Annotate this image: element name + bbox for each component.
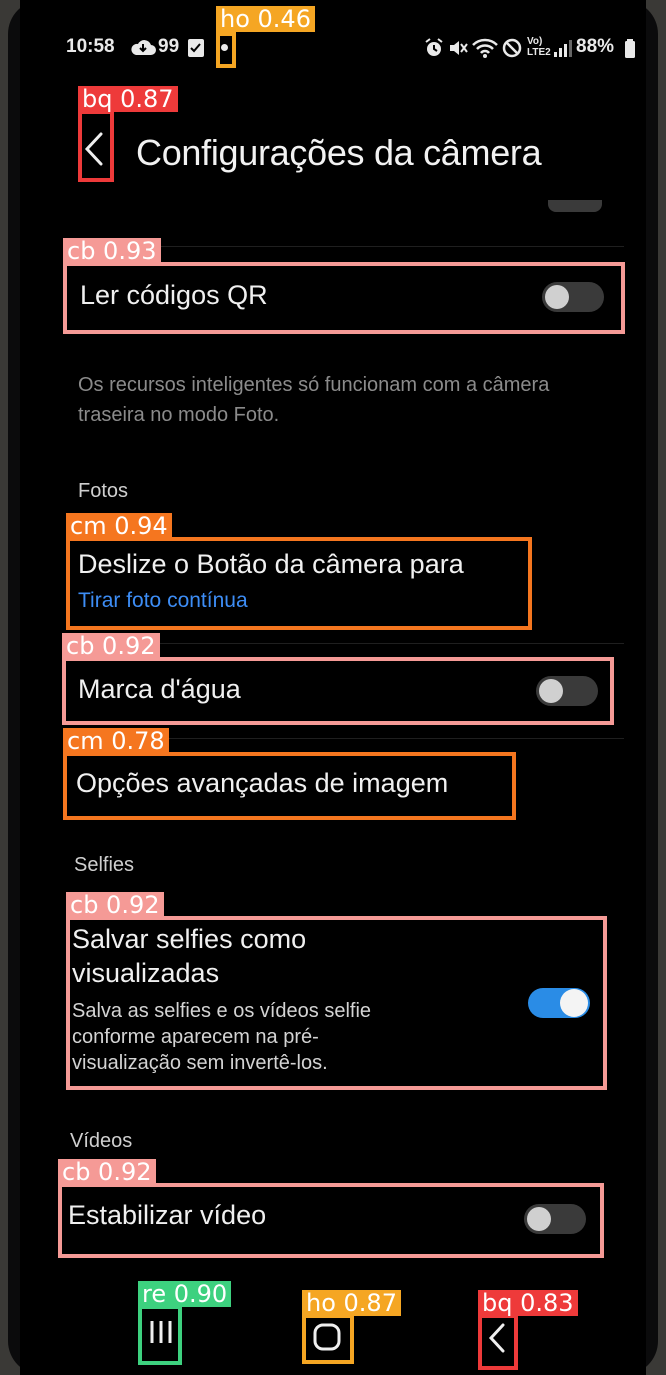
annotation-tag: cm 0.78 (63, 728, 169, 754)
scrolled-row-fragment (80, 196, 380, 210)
annotation-tag: ho 0.87 (302, 1290, 401, 1316)
annotation-box (78, 110, 114, 182)
signal-icon (553, 38, 573, 63)
annotation-tag: bq 0.83 (478, 1290, 578, 1316)
volte-icon: Vo) LTE2 (527, 36, 551, 58)
annotation-box (478, 1314, 518, 1370)
wifi-icon (472, 38, 498, 63)
page-title: Configurações da câmera (136, 132, 542, 173)
section-videos: Vídeos (70, 1130, 133, 1152)
annotation-box (66, 916, 607, 1090)
annotation-box (62, 657, 614, 725)
image-icon (187, 38, 205, 63)
annotation-tag: ho 0.46 (216, 6, 315, 32)
alarm-icon (424, 38, 444, 63)
section-selfies: Selfies (74, 854, 135, 876)
battery-percent: 88% (576, 36, 615, 57)
annotation-box (58, 1183, 604, 1258)
annotation-box (302, 1314, 354, 1364)
status-time: 10:58 (66, 36, 115, 57)
scrolled-toggle-fragment (548, 200, 602, 212)
annotation-box (63, 262, 625, 334)
annotation-box (216, 32, 236, 68)
annotation-tag: cm 0.94 (66, 513, 172, 539)
battery-icon (624, 39, 636, 64)
mute-icon (448, 38, 468, 63)
annotation-box (66, 537, 532, 630)
annotation-tag: cb 0.93 (63, 238, 161, 264)
annotation-tag: re 0.90 (138, 1281, 232, 1307)
annotation-box (63, 752, 516, 820)
section-photos: Fotos (78, 480, 129, 502)
annotation-box (138, 1305, 182, 1365)
smart-features-note: Os recursos inteligentes só funcionam co… (78, 374, 550, 426)
annotation-tag: bq 0.87 (78, 86, 178, 112)
annotation-tag: cb 0.92 (66, 892, 164, 918)
annotation-tag: cb 0.92 (58, 1159, 156, 1185)
annotation-tag: cb 0.92 (62, 633, 160, 659)
dnd-icon (502, 38, 522, 63)
status-count: 99 (158, 36, 180, 57)
cloud-icon (130, 38, 156, 63)
